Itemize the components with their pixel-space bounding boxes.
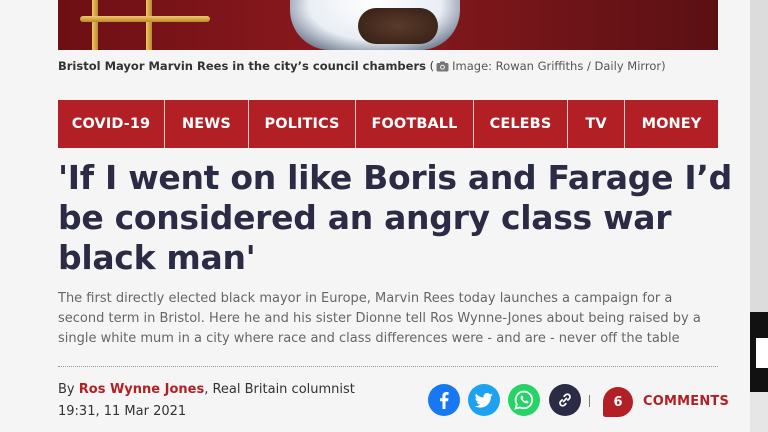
section-nav: COVID-19 NEWS POLITICS FOOTBALL CELEBS T… [58, 100, 718, 148]
whatsapp-share-button[interactable] [508, 384, 540, 416]
nav-item-news[interactable]: NEWS [165, 100, 249, 148]
whatsapp-icon [514, 390, 534, 410]
link-icon [559, 393, 571, 407]
nav-item-covid-19[interactable]: COVID-19 [58, 100, 165, 148]
share-separator [589, 395, 590, 407]
facebook-icon [440, 392, 449, 409]
article-headline: 'If I went on like Boris and Farage I’d … [58, 158, 732, 277]
publish-date: 19:31, 11 Mar 2021 [58, 404, 187, 419]
nav-item-celebs[interactable]: CELEBS [474, 100, 568, 148]
comments-count-badge[interactable]: 6 [603, 387, 633, 417]
twitter-share-button[interactable] [468, 384, 500, 416]
article-standfirst: The first directly elected black mayor i… [58, 291, 701, 346]
divider [58, 366, 718, 367]
nav-item-money[interactable]: MONEY [625, 100, 718, 148]
caption-text: Bristol Mayor Marvin Rees in the city’s … [58, 59, 426, 73]
article-page: Bristol Mayor Marvin Rees in the city’s … [0, 0, 768, 432]
author-link[interactable]: Ros Wynne Jones [79, 382, 204, 397]
copy-link-button[interactable] [549, 384, 581, 416]
image-caption: Bristol Mayor Marvin Rees in the city’s … [58, 59, 666, 75]
byline: By Ros Wynne Jones, Real Britain columni… [58, 382, 355, 397]
twitter-icon [475, 392, 493, 408]
nav-item-football[interactable]: FOOTBALL [356, 100, 474, 148]
facebook-share-button[interactable] [428, 384, 460, 416]
sidebar-advert [750, 0, 768, 432]
author-role: , Real Britain columnist [204, 382, 355, 397]
comments-link[interactable]: COMMENTS [643, 394, 729, 409]
hero-image [58, 0, 718, 50]
nav-item-politics[interactable]: POLITICS [249, 100, 356, 148]
image-credit: Image: Rowan Griffiths / Daily Mirror [452, 59, 662, 73]
nav-item-tv[interactable]: TV [568, 100, 625, 148]
camera-icon [436, 61, 449, 75]
